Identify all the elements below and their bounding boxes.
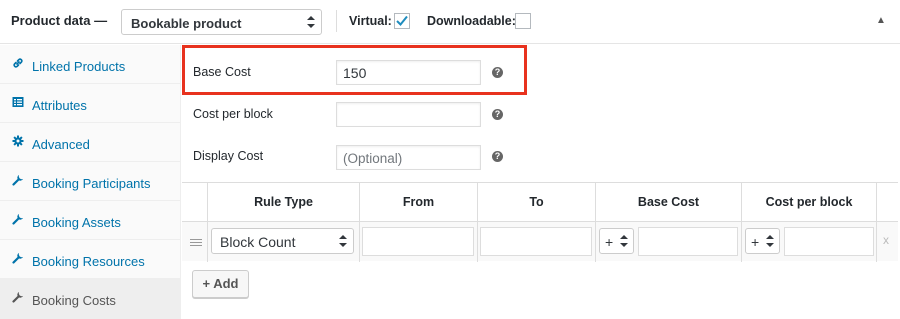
remove-column-header bbox=[877, 183, 898, 221]
modifier-value: + bbox=[751, 234, 760, 250]
sidebar-item-label: Booking Resources bbox=[32, 254, 145, 269]
display-cost-placeholder: (Optional) bbox=[343, 151, 403, 166]
rule-type-value: Block Count bbox=[220, 234, 296, 250]
product-type-value: Bookable product bbox=[131, 16, 242, 31]
cost-per-block-modifier-select[interactable]: + bbox=[745, 228, 780, 254]
from-input[interactable] bbox=[362, 227, 474, 256]
cost-per-block-cell: + bbox=[742, 222, 877, 262]
wrench-icon bbox=[12, 214, 23, 225]
drag-cell[interactable] bbox=[182, 222, 208, 262]
sidebar-item-booking-participants[interactable]: Booking Participants bbox=[0, 162, 181, 201]
select-arrows-icon bbox=[307, 16, 315, 28]
product-type-select[interactable]: Bookable product bbox=[121, 9, 322, 35]
modifier-value: + bbox=[605, 234, 614, 250]
header-divider bbox=[336, 10, 337, 32]
sidebar-item-label: Booking Costs bbox=[32, 293, 116, 308]
to-cell bbox=[478, 222, 596, 262]
select-arrows-icon bbox=[620, 235, 628, 247]
base-cost-modifier-select[interactable]: + bbox=[599, 228, 634, 254]
sidebar-item-label: Booking Assets bbox=[32, 215, 121, 230]
drag-handle-icon[interactable] bbox=[190, 239, 202, 247]
wrench-icon bbox=[12, 253, 23, 264]
gear-icon bbox=[12, 135, 24, 147]
sidebar-item-label: Advanced bbox=[32, 137, 90, 152]
column-header: Cost per block bbox=[742, 183, 877, 221]
sidebar-item-advanced[interactable]: Advanced bbox=[0, 123, 181, 162]
link-icon bbox=[13, 58, 23, 68]
product-data-header: Product data — Bookable product Virtual:… bbox=[0, 0, 900, 44]
select-arrows-icon bbox=[339, 235, 347, 247]
select-arrows-icon bbox=[766, 235, 774, 247]
base-cost-cell: + bbox=[596, 222, 742, 262]
rule-type-select[interactable]: Block Count bbox=[211, 228, 354, 254]
to-input[interactable] bbox=[480, 227, 592, 256]
column-header: Rule Type bbox=[208, 183, 360, 221]
downloadable-label: Downloadable: bbox=[427, 14, 516, 28]
list-icon bbox=[12, 97, 24, 107]
virtual-checkbox[interactable] bbox=[394, 13, 410, 29]
base-cost-rule-input[interactable] bbox=[638, 227, 738, 256]
display-cost-label: Display Cost bbox=[193, 149, 264, 163]
help-icon: ? bbox=[492, 151, 503, 162]
downloadable-checkbox[interactable] bbox=[515, 13, 531, 29]
product-data-tabs: Linked Products Attributes Advanced Book… bbox=[0, 45, 181, 319]
checkmark-icon bbox=[396, 15, 408, 26]
drag-column-header bbox=[182, 183, 208, 221]
table-row: Block Count + + bbox=[182, 221, 898, 262]
base-cost-highlight bbox=[182, 45, 527, 95]
sidebar-item-label: Booking Participants bbox=[32, 176, 151, 191]
display-cost-input[interactable]: (Optional) bbox=[336, 145, 481, 170]
pricing-rules-table: Rule Type From To Base Cost Cost per blo… bbox=[182, 182, 898, 262]
cost-per-block-rule-input[interactable] bbox=[784, 227, 874, 256]
virtual-label: Virtual: bbox=[349, 14, 392, 28]
wrench-icon bbox=[12, 175, 23, 186]
column-header: To bbox=[478, 183, 596, 221]
add-rule-button[interactable]: + Add bbox=[192, 270, 249, 298]
sidebar-item-booking-resources[interactable]: Booking Resources bbox=[0, 240, 181, 279]
remove-row-icon[interactable]: x bbox=[883, 233, 889, 247]
from-cell bbox=[360, 222, 478, 262]
rule-type-cell: Block Count bbox=[208, 222, 360, 262]
column-header: From bbox=[360, 183, 478, 221]
sidebar-item-linked-products[interactable]: Linked Products bbox=[0, 45, 181, 84]
cost-per-block-input[interactable] bbox=[336, 102, 481, 127]
product-data-title: Product data — bbox=[11, 13, 108, 28]
wrench-icon bbox=[12, 292, 23, 303]
sidebar-item-booking-costs[interactable]: Booking Costs bbox=[0, 279, 181, 319]
sidebar-item-booking-assets[interactable]: Booking Assets bbox=[0, 201, 181, 240]
sidebar-item-label: Attributes bbox=[32, 98, 87, 113]
help-icon: ? bbox=[492, 109, 503, 120]
sidebar-item-label: Linked Products bbox=[32, 59, 126, 74]
column-header: Base Cost bbox=[596, 183, 742, 221]
cost-per-block-label: Cost per block bbox=[193, 107, 273, 121]
collapse-arrow-icon[interactable]: ▲ bbox=[876, 15, 886, 26]
sidebar-item-attributes[interactable]: Attributes bbox=[0, 84, 181, 123]
